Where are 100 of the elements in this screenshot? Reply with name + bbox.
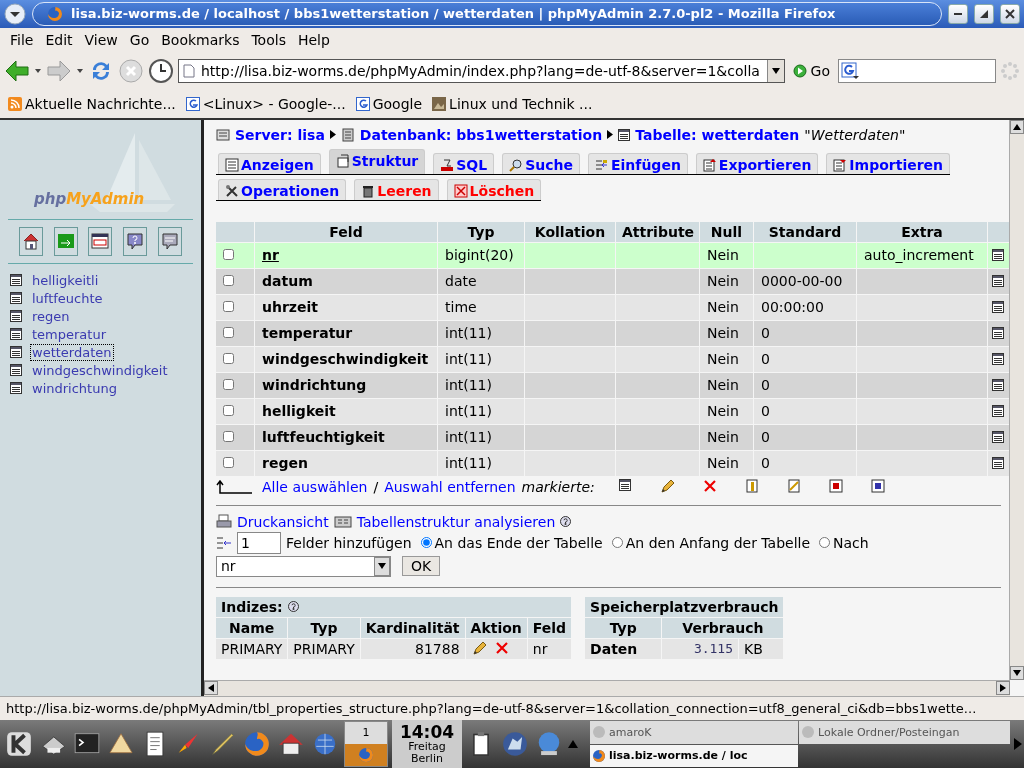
clock-icon[interactable] (148, 57, 174, 84)
menu-item[interactable]: Edit (39, 29, 79, 50)
index-icon[interactable] (786, 478, 801, 493)
row-checkbox[interactable] (223, 249, 234, 261)
table-icon[interactable] (10, 274, 22, 287)
bookmark[interactable]: Google (355, 95, 423, 112)
browse-icon[interactable] (992, 249, 1004, 262)
analyze-link[interactable]: Tabellenstruktur analysieren (356, 513, 556, 530)
row-checkbox[interactable] (223, 431, 234, 443)
unique-icon[interactable] (828, 478, 843, 493)
close-button[interactable] (1000, 3, 1020, 24)
table-icon[interactable] (10, 382, 22, 395)
browse-icon[interactable] (992, 301, 1004, 314)
bookmark[interactable]: <Linux> - Google-... (185, 95, 346, 112)
task-button[interactable]: lisa.biz-worms.de / loc (590, 744, 799, 768)
table-link[interactable]: windrichtung (30, 379, 119, 397)
arrow-left-icon[interactable] (208, 684, 214, 693)
menu-item[interactable]: Tools (245, 29, 292, 50)
field-select[interactable]: nr (216, 555, 391, 577)
menu-item[interactable]: View (78, 29, 124, 50)
row-checkbox[interactable] (223, 353, 234, 365)
table-link[interactable]: regen (30, 307, 72, 325)
tab[interactable]: SQL (433, 152, 495, 174)
table-icon[interactable] (10, 364, 22, 377)
go-button[interactable]: Go (788, 62, 834, 79)
desktop-pager[interactable]: 1 (344, 721, 388, 768)
task-button[interactable]: amaroK (590, 721, 799, 744)
help-icon[interactable] (560, 516, 572, 528)
database-link[interactable]: Datenbank: bbs1wetterstation (359, 126, 603, 143)
table-link[interactable]: helligkeitli (30, 271, 101, 289)
table-icon[interactable] (10, 328, 22, 341)
key-icon[interactable] (744, 478, 759, 493)
help-icon[interactable] (287, 601, 299, 613)
window-button[interactable] (88, 226, 113, 256)
search-field[interactable] (838, 58, 996, 83)
table-link[interactable]: temperatur (30, 325, 108, 343)
table-icon[interactable] (10, 310, 22, 323)
browse-icon[interactable] (992, 405, 1004, 418)
bookmark[interactable]: Linux und Technik ... (432, 95, 593, 112)
position-radio[interactable] (420, 537, 432, 549)
browse-icon[interactable] (992, 327, 1004, 340)
bookmark[interactable]: Aktuelle Nachrichte... (8, 95, 176, 112)
tab[interactable]: Struktur (328, 148, 426, 174)
cross-icon[interactable] (702, 478, 717, 493)
pencil-icon[interactable] (470, 640, 487, 657)
row-checkbox[interactable] (223, 457, 234, 469)
ok-button[interactable]: OK (402, 556, 441, 577)
menu-item[interactable]: Help (291, 29, 336, 50)
print-view-link[interactable]: Druckansicht (237, 513, 329, 530)
row-checkbox[interactable] (223, 275, 234, 287)
table-icon[interactable] (10, 292, 22, 305)
help-button[interactable] (123, 226, 148, 256)
row-checkbox[interactable] (223, 301, 234, 313)
row-checkbox[interactable] (223, 327, 234, 339)
browse-icon[interactable] (992, 275, 1004, 288)
deselect-all-link[interactable]: Auswahl entfernen (384, 478, 516, 495)
table-link[interactable]: windgeschwindigkeit (30, 361, 170, 379)
browse-icon[interactable] (992, 353, 1004, 366)
arrow-down-icon[interactable] (1013, 670, 1021, 677)
browse-icon[interactable] (618, 478, 631, 491)
menu-item[interactable]: File (4, 29, 40, 50)
caret-icon[interactable] (76, 67, 84, 74)
table-link[interactable]: wetterdaten (30, 343, 114, 361)
menu-item[interactable]: Go (123, 29, 156, 50)
select-all-link[interactable]: Alle auswählen (262, 478, 368, 495)
browse-icon[interactable] (992, 457, 1004, 470)
minimize-button[interactable] (948, 3, 968, 24)
arrow-right-icon[interactable] (1000, 684, 1006, 693)
tab[interactable]: Operationen (218, 178, 347, 200)
position-radio[interactable] (611, 537, 623, 549)
browse-icon[interactable] (992, 379, 1004, 392)
tab[interactable]: Importieren (826, 152, 951, 174)
home-button[interactable] (19, 226, 44, 256)
dropdown-button[interactable] (766, 59, 784, 82)
window-menu-button[interactable] (4, 2, 26, 25)
tab[interactable]: Anzeigen (218, 152, 321, 174)
tab[interactable]: Suche (502, 152, 580, 174)
position-radio[interactable] (819, 537, 831, 549)
back-arrow-icon[interactable] (4, 58, 30, 83)
field-count-input[interactable]: 1 (237, 531, 281, 554)
row-checkbox[interactable] (223, 379, 234, 391)
exit-button[interactable] (53, 226, 78, 256)
table-link[interactable]: Tabelle: wetterdaten (635, 126, 800, 143)
task-button[interactable]: Lokale Ordner/Posteingan (799, 721, 1010, 744)
caret-icon[interactable] (34, 67, 42, 74)
tab[interactable]: Einfügen (588, 152, 688, 174)
maximize-button[interactable] (974, 3, 994, 24)
fulltext-icon[interactable] (870, 478, 885, 493)
pencil-icon[interactable] (658, 478, 675, 495)
table-link[interactable]: luftfeuchte (30, 289, 105, 307)
menu-item[interactable]: Bookmarks (155, 29, 246, 50)
arrow-up-icon[interactable] (1013, 123, 1021, 130)
browse-icon[interactable] (992, 431, 1004, 444)
speech-bubble-button[interactable] (157, 226, 182, 256)
cross-icon[interactable] (494, 640, 509, 655)
tab[interactable]: Exportieren (695, 152, 819, 174)
address-field[interactable]: http://lisa.biz-worms.de/phpMyAdmin/index.php?lang=de-utf-8&server=1&colla (178, 58, 785, 83)
table-icon[interactable] (10, 346, 22, 359)
server-link[interactable]: Server: lisa (235, 126, 325, 143)
row-checkbox[interactable] (223, 405, 234, 417)
